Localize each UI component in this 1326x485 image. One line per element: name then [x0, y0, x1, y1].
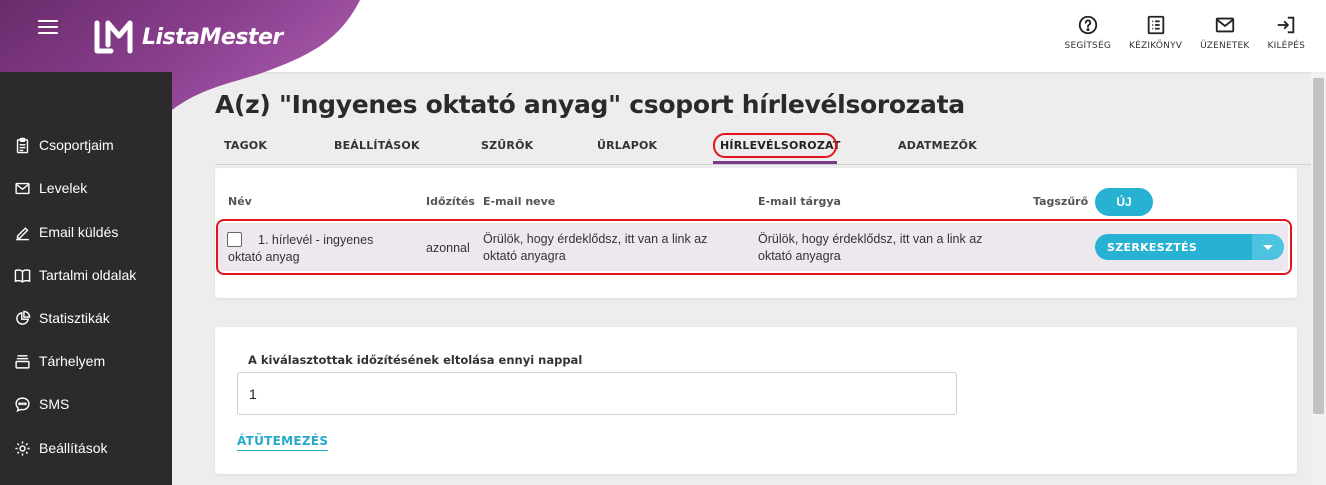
gear-icon [15, 440, 30, 456]
help-circle-icon [1078, 15, 1097, 35]
tab-data-fields[interactable]: ADATMEZŐK [898, 139, 977, 152]
tab-settings[interactable]: BEÁLLÍTÁSOK [334, 139, 420, 152]
sidebar-item-label: Beállítások [39, 440, 108, 456]
sidebar-item-letters[interactable]: Levelek [14, 176, 87, 200]
sidebar-item-label: Tartalmi oldalak [39, 267, 137, 283]
help-button[interactable]: SEGÍTSÉG [1056, 14, 1121, 51]
active-tab-indicator [713, 161, 837, 164]
sidebar-item-storage[interactable]: Tárhelyem [14, 349, 105, 373]
messages-button[interactable]: ÜZENETEK [1191, 14, 1258, 51]
sidebar-item-label: Email küldés [39, 224, 119, 240]
sidebar-item-label: Statisztikák [39, 310, 110, 326]
sidebar-item-label: Levelek [39, 180, 88, 196]
header-timing: Időzítés [426, 195, 475, 208]
top-actions: SEGÍTSÉG KÉZIKÖNYV ÜZENETEK KILÉPÉS [1056, 14, 1314, 51]
logout-icon [1278, 16, 1295, 34]
row-highlight [216, 219, 1292, 275]
storage-icon [15, 354, 30, 369]
scrollbar-thumb[interactable] [1313, 78, 1324, 414]
sidebar-item-groups[interactable]: Csoportjaim [14, 133, 114, 157]
menu-toggle-button[interactable] [38, 20, 58, 36]
tab-filters[interactable]: SZŰRŐK [481, 139, 533, 152]
sidebar: Csoportjaim Levelek Email küldés Tartalm… [0, 72, 172, 485]
header-email-name: E-mail neve [483, 195, 556, 208]
logout-label: KILÉPÉS [1267, 41, 1305, 51]
manual-button[interactable]: KÉZIKÖNYV [1120, 14, 1191, 51]
sidebar-item-label: SMS [39, 396, 70, 412]
active-tab-highlight [713, 133, 837, 158]
shift-days-label: A kiválasztottak időzítésének eltolása e… [248, 353, 583, 367]
page-scrollbar[interactable] [1311, 72, 1326, 485]
sidebar-item-email-send[interactable]: Email küldés [14, 220, 118, 244]
sidebar-item-label: Tárhelyem [39, 353, 106, 369]
logout-button[interactable]: KILÉPÉS [1259, 14, 1314, 51]
messages-label: ÜZENETEK [1200, 41, 1250, 51]
header-name: Név [228, 195, 252, 208]
sidebar-item-settings[interactable]: Beállítások [14, 436, 107, 460]
logo-mark-icon [94, 20, 133, 54]
new-button[interactable]: ÚJ [1095, 188, 1153, 216]
clipboard-icon [16, 137, 29, 153]
reschedule-button[interactable]: ÁTÜTEMEZÉS [237, 434, 329, 451]
header-email-subject: E-mail tárgya [758, 195, 841, 208]
manual-icon [1147, 15, 1164, 35]
header-tag-filter: Tagszűrő [1033, 195, 1089, 208]
sidebar-item-label: Csoportjaim [39, 137, 114, 153]
envelope-icon [1215, 17, 1234, 33]
envelope-icon [15, 182, 30, 194]
book-icon [14, 268, 31, 283]
shift-days-input[interactable] [237, 372, 957, 415]
sidebar-item-sms[interactable]: SMS [14, 392, 69, 416]
sidebar-item-statistics[interactable]: Statisztikák [14, 306, 110, 330]
app-name: ListaMester [142, 24, 283, 50]
pen-icon [16, 226, 29, 240]
page-title: A(z) "Ingyenes oktató anyag" csoport hír… [215, 90, 965, 119]
app-logo[interactable]: ListaMester [94, 20, 283, 54]
tab-members[interactable]: TAGOK [224, 139, 267, 152]
sidebar-item-content-pages[interactable]: Tartalmi oldalak [14, 263, 136, 287]
help-label: SEGÍTSÉG [1064, 41, 1112, 51]
chat-icon [15, 396, 30, 412]
manual-label: KÉZIKÖNYV [1129, 41, 1183, 51]
pie-chart-icon [16, 310, 31, 325]
tab-forms[interactable]: ŰRLAPOK [597, 139, 657, 152]
